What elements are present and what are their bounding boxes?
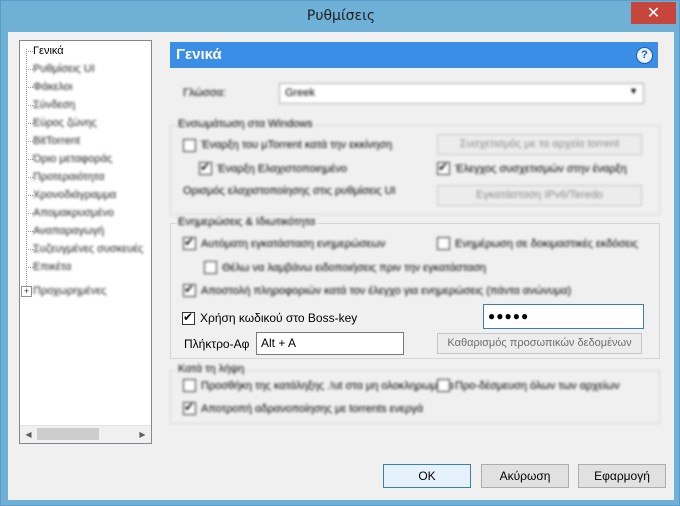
boss-key-password-field[interactable]: ●●●●● — [483, 304, 644, 329]
boss-key-password-label: Χρήση κωδικού στο Boss-key — [200, 311, 358, 325]
on-download-title: Κατά τη λήψη — [176, 363, 247, 375]
associate-torrent-button[interactable]: Συσχετισμός με τα αρχεία torrent — [437, 134, 642, 155]
notify-before-label: Θέλω να λαμβάνω ειδοποιήσεις πριν την εγ… — [222, 262, 487, 274]
sidebar-item-remote[interactable]: Απομακρυσμένο — [33, 205, 114, 221]
on-download-group — [170, 370, 660, 424]
chevron-down-icon: ▼ — [629, 86, 638, 96]
append-ut-label: Προσθήκη της κατάληξης .!ut στα μη ολοκλ… — [201, 380, 454, 392]
language-value: Greek — [285, 87, 315, 99]
updates-privacy-title: Ενημερώσεις & Ιδιωτικότητα — [176, 216, 318, 228]
close-icon[interactable]: ✕ — [631, 2, 676, 24]
apply-button[interactable]: Εφαρμογή — [578, 464, 666, 488]
sidebar-item-advanced[interactable]: Προχωρημένες — [33, 283, 106, 299]
help-icon[interactable]: ? — [636, 47, 653, 64]
sidebar-item-bittorrent[interactable]: BitTorrent — [33, 133, 80, 149]
sidebar-item-transfer-cap[interactable]: Όριο μεταφοράς — [33, 151, 112, 167]
scrollbar-thumb[interactable] — [37, 428, 99, 440]
hotkey-label: Πλήκτρο-Αφ — [184, 337, 250, 351]
settings-window: Ρυθμίσεις ✕ Γενικά Ρυθμίσεις UI Φάκελοι … — [0, 0, 680, 506]
install-ipv6-button[interactable]: Εγκατάσταση IPv6/Teredo — [437, 185, 642, 206]
start-minimized-checkbox[interactable] — [199, 160, 212, 175]
clear-private-data-button[interactable]: Καθαρισμός προσωπικών δεδομένων — [437, 333, 642, 354]
beta-updates-checkbox[interactable] — [437, 237, 450, 250]
start-with-windows-label: Έναρξη του μTorrent κατά την εκκίνηση — [201, 139, 393, 151]
prevent-standby-checkbox[interactable] — [183, 400, 196, 415]
scroll-left-icon[interactable]: ◀ — [20, 426, 37, 443]
boss-key-password-checkbox[interactable] — [182, 310, 195, 325]
window-title: Ρυθμίσεις — [306, 8, 376, 24]
windows-integration-title: Ενσωμάτωση στα Windows — [176, 118, 315, 130]
title-bar[interactable]: Ρυθμίσεις ✕ — [1, 1, 680, 33]
notify-before-checkbox[interactable] — [204, 261, 217, 274]
cancel-button[interactable]: Ακύρωση — [481, 464, 569, 488]
page-title: Γενικά — [176, 46, 222, 63]
sidebar-item-playback[interactable]: Αναπαραγωγή — [33, 223, 104, 239]
sidebar-item-general[interactable]: Γενικά — [33, 43, 64, 59]
sidebar-item-bandwidth[interactable]: Εύρος ζώνης — [33, 115, 97, 131]
auto-install-checkbox[interactable] — [183, 235, 196, 250]
prevent-standby-label: Αποτροπή αδρανοποίησης με torrents ενεργ… — [201, 403, 424, 415]
sidebar-item-queueing[interactable]: Προτεραιότητα — [33, 169, 104, 185]
start-with-windows-checkbox[interactable] — [183, 139, 196, 152]
language-label: Γλώσσα: — [183, 87, 226, 99]
scroll-right-icon[interactable]: ▶ — [134, 426, 151, 443]
sidebar-item-paired-devices[interactable]: Συζευγμένες συσκευές — [33, 241, 143, 257]
preallocate-checkbox[interactable] — [437, 379, 450, 392]
start-minimized-label: Έναρξη Ελαχιστοποιημένο — [217, 163, 348, 175]
sidebar-item-labels[interactable]: Επικέτα — [33, 259, 71, 275]
horizontal-scrollbar[interactable]: ◀ ▶ — [20, 425, 151, 443]
hotkey-field[interactable]: Alt + A — [256, 332, 404, 355]
minimize-settings-label: Ορισμός ελαχιστοποίησης στις ρυθμίσεις U… — [183, 185, 396, 197]
expand-icon[interactable]: + — [21, 286, 32, 297]
sidebar-item-ui-settings[interactable]: Ρυθμίσεις UI — [33, 61, 95, 77]
settings-tree[interactable]: Γενικά Ρυθμίσεις UI Φάκελοι Σύνδεση Εύρο… — [19, 40, 152, 444]
sidebar-item-connection[interactable]: Σύνδεση — [33, 97, 75, 113]
auto-install-label: Αυτόματη εγκατάσταση ενημερώσεων — [201, 238, 386, 250]
sidebar-item-scheduler[interactable]: Χρονοδιάγραμμα — [33, 187, 116, 203]
ok-button[interactable]: OK — [383, 464, 471, 488]
check-association-label: Έλεγχος συσχετισμών στην έναρξη — [455, 163, 627, 175]
dialog-body: Γενικά Ρυθμίσεις UI Φάκελοι Σύνδεση Εύρο… — [8, 32, 674, 500]
beta-updates-label: Ενημέρωση σε δοκιμαστικές εκδόσεις — [455, 238, 638, 250]
page-header: Γενικά ? — [170, 42, 658, 68]
language-select[interactable]: Greek ▼ — [279, 83, 644, 104]
send-info-label: Αποστολή πληροφοριών κατά τον έλεγχο για… — [201, 285, 572, 297]
sidebar-item-directories[interactable]: Φάκελοι — [33, 79, 72, 95]
append-ut-checkbox[interactable] — [183, 379, 196, 392]
send-info-checkbox[interactable] — [183, 282, 196, 297]
check-association-checkbox[interactable] — [437, 160, 450, 175]
preallocate-label: Προ-δέσμευση όλων των αρχείων — [455, 380, 620, 392]
